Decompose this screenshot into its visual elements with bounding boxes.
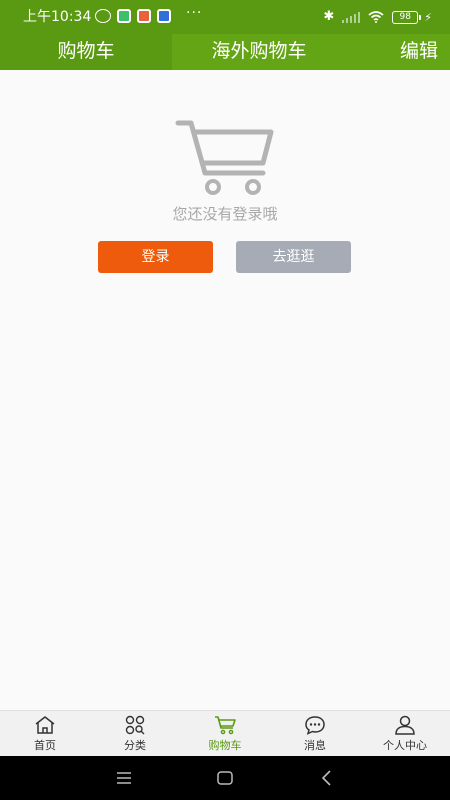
main-content: 您还没有登录哦 登录 去逛逛 <box>0 70 450 710</box>
cart-icon <box>175 120 274 195</box>
header: 购物车 海外购物车 编辑 <box>0 34 450 70</box>
status-bar: 上午10:34 ··· ✱ 98 ⚡ <box>0 0 450 34</box>
system-nav-bar <box>0 756 450 800</box>
edit-button[interactable]: 编辑 <box>400 34 438 70</box>
category-icon <box>125 715 145 734</box>
charging-icon: ⚡ <box>424 10 432 24</box>
nav-label: 个人中心 <box>383 738 427 752</box>
notification-icons <box>95 9 171 23</box>
bluetooth-icon: ✱ <box>323 9 335 24</box>
nav-item-profile[interactable]: 个人中心 <box>360 711 450 756</box>
nav-label: 消息 <box>304 738 326 752</box>
nav-label: 购物车 <box>208 738 242 752</box>
notification-app-icon <box>137 9 151 23</box>
nav-label: 分类 <box>124 738 146 752</box>
tab-overseas-cart[interactable]: 海外购物车 <box>172 34 346 70</box>
empty-state-message: 您还没有登录哦 <box>172 205 278 223</box>
message-icon <box>305 715 325 735</box>
nav-item-category[interactable]: 分类 <box>90 711 180 756</box>
user-icon <box>395 715 415 735</box>
battery-icon: 98 ⚡ <box>392 10 432 24</box>
battery-level: 98 <box>392 10 419 24</box>
cart-icon <box>215 715 236 734</box>
tab-cart[interactable]: 购物车 <box>0 34 172 70</box>
notification-app-icon <box>117 9 131 23</box>
back-icon[interactable] <box>317 768 337 788</box>
notification-app-icon <box>157 9 171 23</box>
more-notifications: ··· <box>186 5 203 21</box>
status-time: 上午10:34 <box>23 9 92 25</box>
login-button[interactable]: 登录 <box>98 241 213 273</box>
bottom-nav: 首页 分类 购物车 消息 个人中心 <box>0 710 450 756</box>
nav-label: 首页 <box>34 738 56 752</box>
home-button-icon[interactable] <box>215 768 235 788</box>
menu-icon[interactable] <box>114 768 134 788</box>
browse-button[interactable]: 去逛逛 <box>236 241 351 273</box>
nav-item-messages[interactable]: 消息 <box>270 711 360 756</box>
signal-icon <box>342 11 361 23</box>
notification-hand-icon <box>95 9 111 23</box>
nav-item-home[interactable]: 首页 <box>0 711 90 756</box>
wifi-icon <box>368 11 384 23</box>
nav-item-cart[interactable]: 购物车 <box>180 711 270 756</box>
status-right: ✱ 98 ⚡ <box>323 9 432 25</box>
home-icon <box>35 715 55 734</box>
